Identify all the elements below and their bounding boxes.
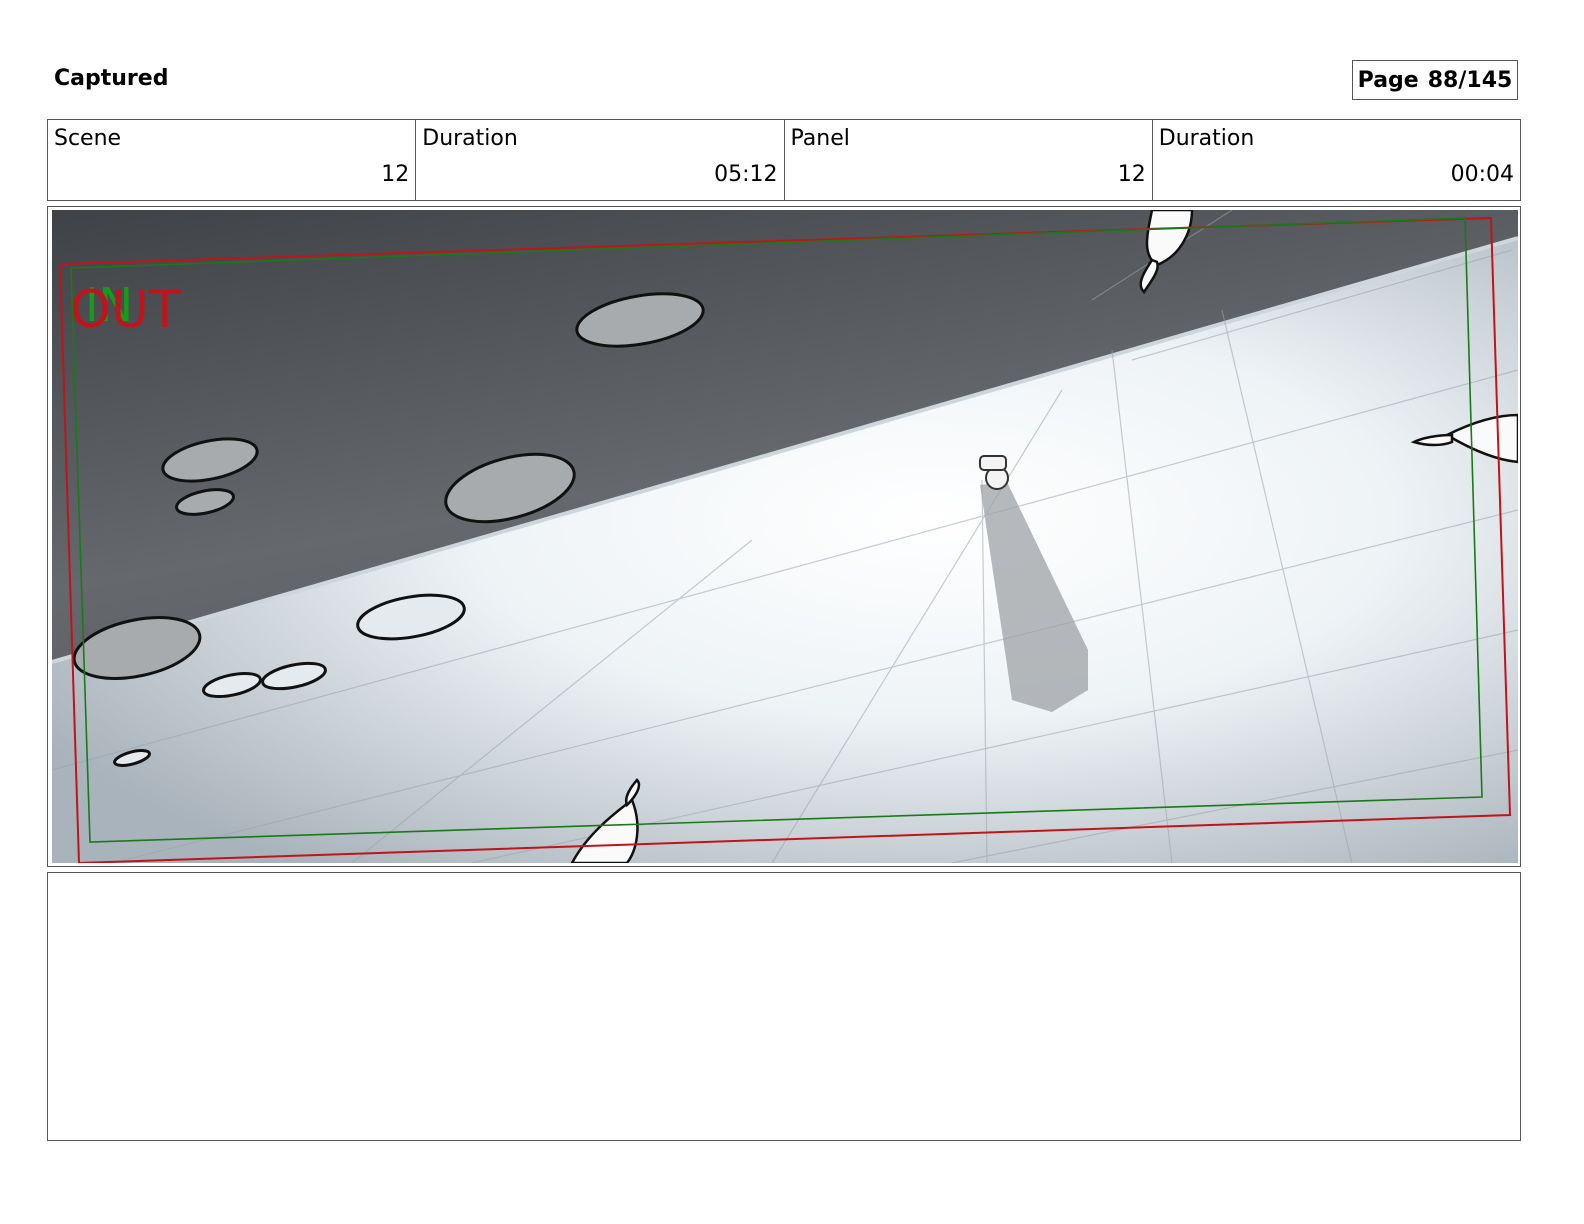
panel-value: 12 bbox=[1117, 162, 1146, 187]
document-title: Captured bbox=[54, 66, 169, 91]
panel-info-table: Scene 12 Duration 05:12 Panel 12 Duratio… bbox=[47, 119, 1521, 201]
panel-duration-value: 00:04 bbox=[1450, 162, 1514, 187]
storyboard-panel-frame: IN OUT bbox=[47, 206, 1521, 867]
storyboard-panel-image: IN OUT bbox=[52, 210, 1518, 863]
notes-box bbox=[47, 872, 1521, 1141]
panel-label: Panel bbox=[790, 126, 850, 151]
scene-duration-cell: Duration 05:12 bbox=[416, 120, 785, 200]
scene-duration-label: Duration bbox=[422, 126, 518, 151]
scene-duration-value: 05:12 bbox=[714, 162, 778, 187]
scene-label: Scene bbox=[54, 126, 122, 151]
overlay-out-text: OUT bbox=[70, 280, 181, 340]
page-indicator: Page 88/145 bbox=[1352, 60, 1518, 100]
scene-cell: Scene 12 bbox=[48, 120, 417, 200]
panel-duration-cell: Duration 00:04 bbox=[1153, 120, 1520, 200]
panel-duration-label: Duration bbox=[1158, 126, 1255, 151]
page-label: Page bbox=[1357, 67, 1419, 93]
panel-cell: Panel 12 bbox=[785, 120, 1153, 200]
scene-value: 12 bbox=[381, 162, 410, 187]
page-number: 88/145 bbox=[1427, 67, 1513, 93]
